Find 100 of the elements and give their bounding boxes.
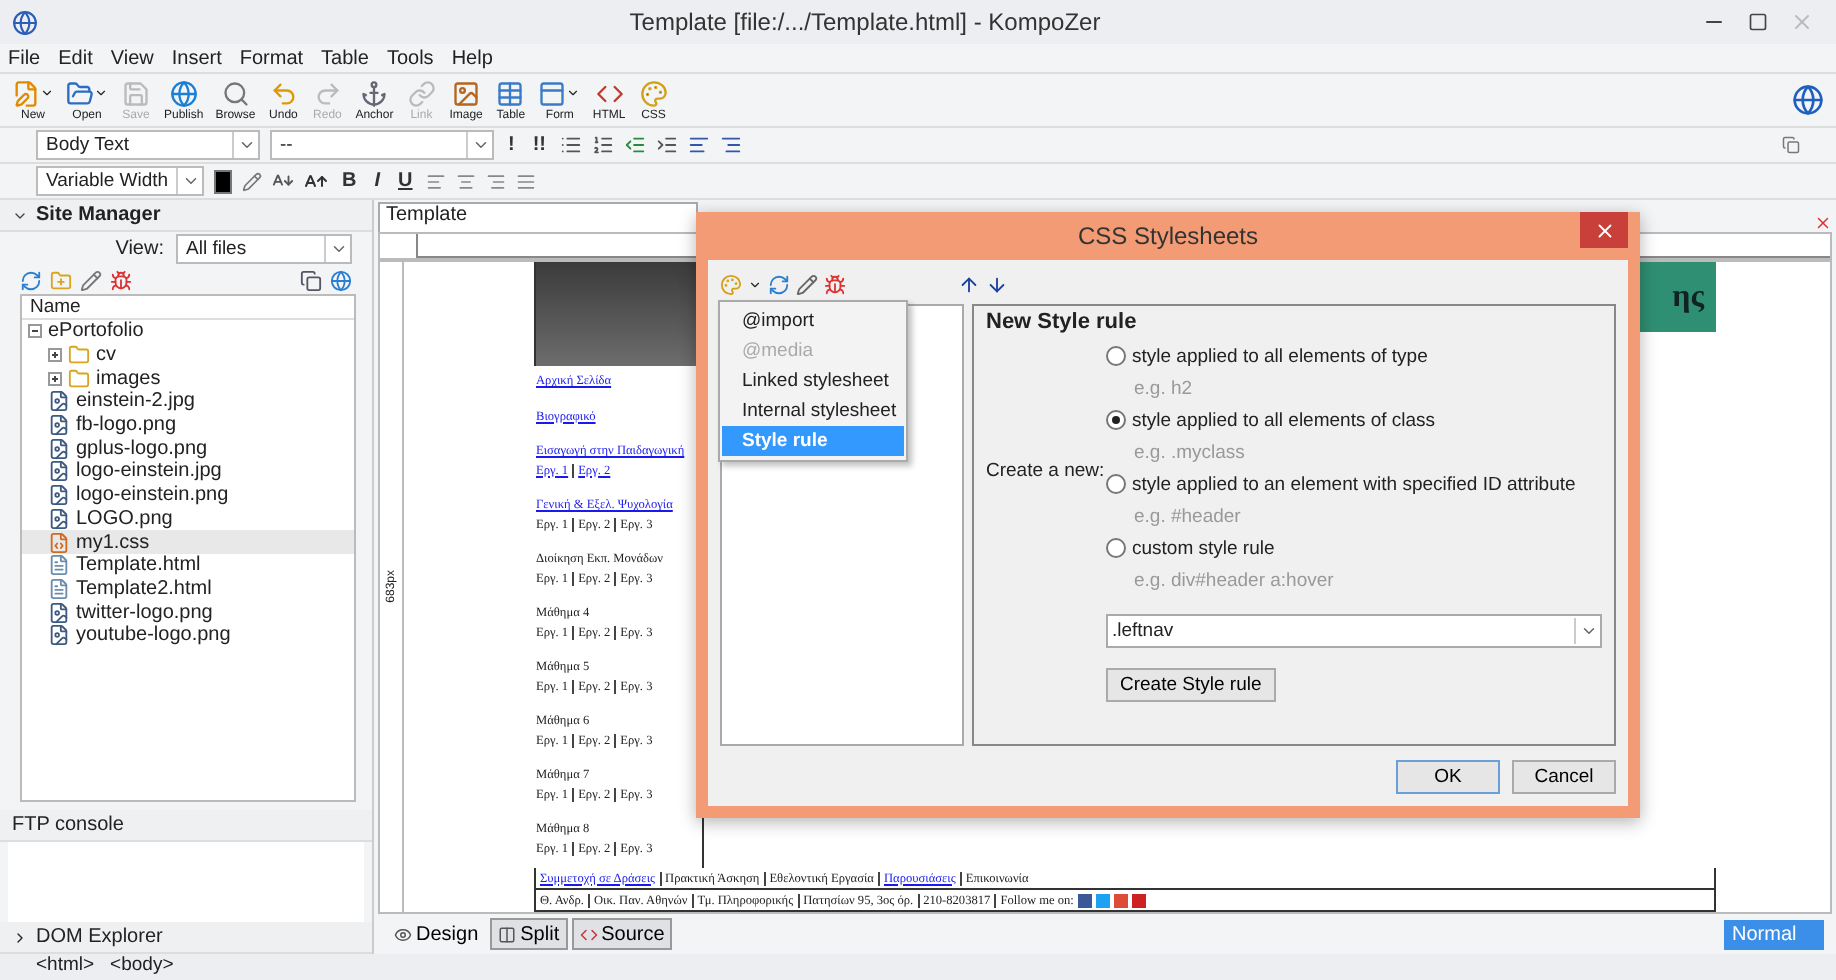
tree-item[interactable]: gplus-logo.png — [22, 436, 354, 461]
tree-item[interactable]: Template2.html — [22, 577, 354, 601]
element-path-item[interactable]: <html> — [36, 954, 95, 980]
tree-item[interactable]: fb-logo.png — [22, 413, 354, 437]
text-style-button[interactable]: I — [370, 170, 385, 192]
document-icon — [48, 554, 70, 577]
radio-option[interactable]: style applied to all elements of type — [1106, 342, 1602, 370]
expand-icon[interactable] — [48, 371, 62, 386]
columns-icon — [498, 925, 517, 943]
code-file-icon — [48, 531, 70, 554]
cancel-button[interactable]: Cancel — [1512, 760, 1616, 794]
panel-header[interactable]: Site Manager — [0, 200, 372, 232]
caret-icon — [40, 86, 54, 100]
copy-icon — [1782, 136, 1800, 154]
example-hint: e.g. div#header a:hover — [1132, 567, 1336, 595]
collapse-icon[interactable] — [28, 324, 42, 339]
menu-item[interactable]: Help — [451, 47, 493, 69]
window-icon — [538, 79, 567, 107]
larger-font-icon — [304, 169, 328, 193]
tree-item[interactable]: logo-einstein.jpg — [22, 460, 354, 484]
menu-item[interactable]: Tools — [386, 47, 434, 69]
link-icon — [407, 79, 436, 107]
header-title: ης — [1672, 279, 1704, 315]
down-arrow-icon — [986, 273, 1008, 295]
font-select[interactable]: Variable Width — [36, 166, 204, 196]
tree-item[interactable]: images — [22, 366, 354, 391]
picture-file-icon — [48, 601, 70, 624]
radio-button[interactable] — [1106, 538, 1126, 558]
menu-item[interactable]: Format — [239, 47, 304, 69]
radio-option[interactable]: style applied to all elements of class — [1106, 406, 1602, 434]
justify-icon — [516, 171, 537, 191]
picture-file-icon — [48, 507, 70, 530]
panel-header[interactable]: DOM Explorer — [0, 922, 372, 954]
text-style-button[interactable]: B — [338, 170, 361, 192]
code-icon — [579, 925, 598, 943]
tree-item[interactable]: logo-einstein.png — [22, 483, 354, 507]
menu-item[interactable]: Table — [321, 47, 369, 69]
tree-item[interactable]: cv — [22, 343, 354, 367]
ok-button[interactable]: OK — [1396, 760, 1500, 794]
menu-item[interactable]: Edit — [58, 47, 93, 69]
table-icon — [496, 79, 525, 107]
tree-item[interactable]: ePortofolio — [22, 320, 354, 344]
close-button[interactable] — [1580, 212, 1628, 248]
menu-item[interactable]: Internal stylesheet — [722, 396, 904, 426]
radio-button[interactable] — [1106, 346, 1126, 366]
text-color-swatch[interactable] — [214, 169, 232, 193]
create-rule-button[interactable]: Create Style rule — [1106, 668, 1276, 702]
caret-icon — [566, 86, 581, 100]
picture-file-icon — [48, 624, 70, 647]
panel-header[interactable]: FTP console — [0, 810, 372, 842]
menu-item[interactable]: @import — [722, 306, 904, 336]
picture-file-icon — [48, 460, 70, 483]
expand-icon[interactable] — [48, 348, 62, 363]
tree-item[interactable]: LOGO.png — [22, 507, 354, 531]
paragraph-format-select[interactable]: Body Text — [36, 130, 260, 160]
pencil-icon — [80, 269, 102, 291]
panel-heading: New Style rule — [986, 310, 1139, 334]
undo-arrow-icon — [269, 79, 298, 107]
close-tab-icon — [1814, 214, 1832, 232]
tree-item[interactable]: twitter-logo.png — [22, 600, 354, 624]
tree-item[interactable]: my1.css — [22, 530, 354, 554]
picture-file-icon — [48, 414, 70, 437]
tree-item[interactable]: einstein-2.jpg — [22, 390, 354, 414]
align-center-icon — [456, 171, 477, 191]
align-left-icon — [426, 171, 447, 191]
tree-item[interactable]: youtube-logo.png — [22, 623, 354, 648]
view-select[interactable]: All files — [176, 234, 352, 264]
menu-item[interactable]: File — [8, 47, 41, 69]
outdent-icon — [624, 134, 647, 156]
globe-icon — [12, 9, 38, 35]
menu-item[interactable]: Linked stylesheet — [722, 366, 904, 396]
radio-option[interactable]: custom style rule — [1106, 534, 1602, 562]
picture-file-icon — [48, 484, 70, 507]
copy-icon — [300, 269, 322, 291]
class-select[interactable]: -- — [270, 130, 494, 160]
close-icon — [1593, 219, 1615, 241]
text-style-button[interactable]: U — [394, 170, 417, 192]
document-tab[interactable]: Template — [378, 202, 698, 232]
selector-field[interactable]: .leftnav — [1106, 614, 1602, 648]
bug-icon — [824, 273, 846, 295]
radio-button[interactable] — [1106, 474, 1126, 494]
view-label: View: — [115, 238, 164, 260]
radio-button[interactable] — [1106, 410, 1126, 430]
emphasis-button[interactable]: ! — [504, 134, 519, 156]
view-tab[interactable]: Split — [490, 918, 568, 950]
view-tab[interactable]: Source — [571, 918, 673, 950]
menu-item[interactable]: View — [110, 47, 154, 69]
create-label: Create a new: — [986, 459, 1106, 481]
caret-icon — [12, 929, 28, 945]
view-tab[interactable]: Design — [386, 918, 487, 950]
emphasis-button[interactable]: !! — [528, 134, 551, 156]
refresh-icon — [20, 269, 42, 291]
element-path-item[interactable]: <body> — [110, 954, 174, 980]
menu-item[interactable]: Insert — [171, 47, 222, 69]
indent-icon — [656, 134, 679, 156]
folder-icon — [66, 79, 94, 107]
anchor-icon — [360, 79, 389, 107]
align-left-icon — [688, 134, 711, 156]
radio-option[interactable]: style applied to an element with specified ID attribute — [1106, 470, 1602, 498]
tree-item[interactable]: Template.html — [22, 553, 354, 578]
